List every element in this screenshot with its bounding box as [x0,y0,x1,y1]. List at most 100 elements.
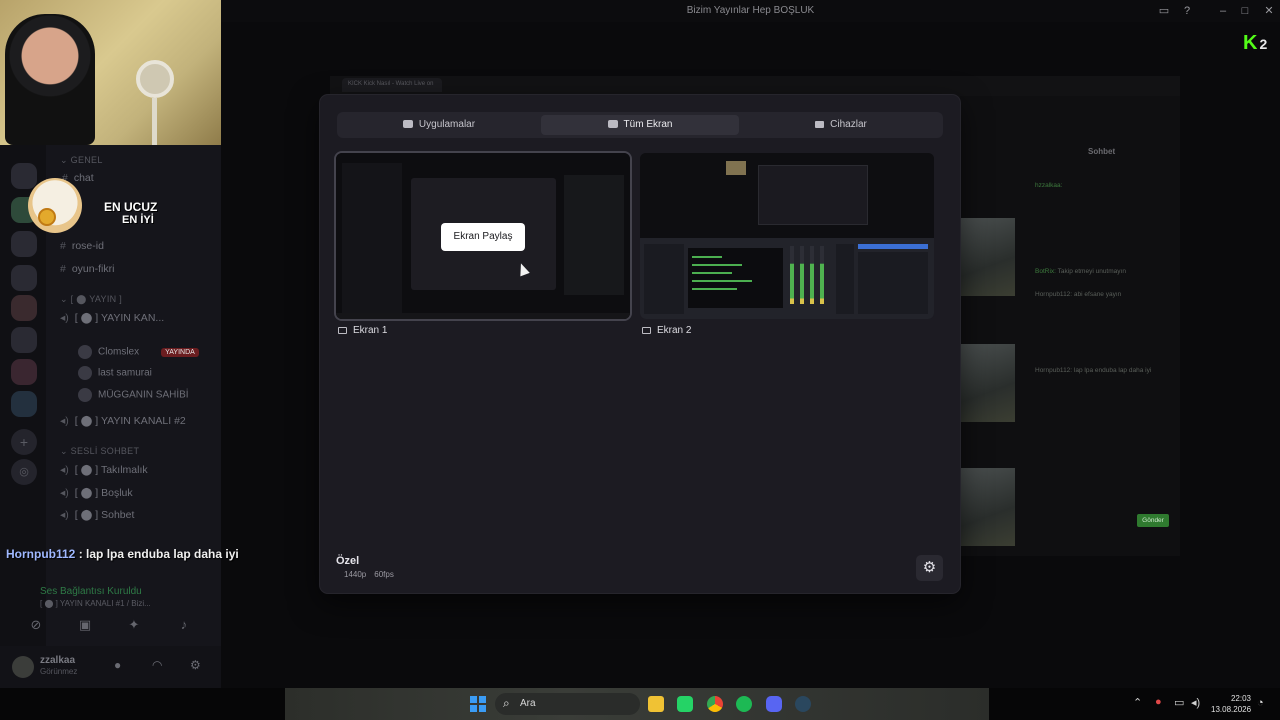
voice-channel-yayin-2[interactable]: ◂)[ ⬤ ] YAYIN KANALI #2 [60,415,186,427]
server-icon[interactable] [11,265,37,291]
screen-1-thumbnail[interactable]: Ekran Paylaş [336,153,630,319]
search-box[interactable]: ⌕ Ara [495,693,640,715]
microphone-icon[interactable]: ● [1155,696,1162,708]
server-icon[interactable] [11,231,37,257]
monitor-icon [338,327,347,334]
background-stream-chat: Sohbet hzzalkaa: BotRix: Takip etmeyi un… [960,96,1180,556]
voice-user[interactable]: last samurai [78,366,152,380]
tab-entire-screen[interactable]: Tüm Ekran [541,115,739,135]
explore-icon[interactable]: ◎ [11,459,37,485]
search-placeholder: Ara [520,698,536,709]
server-icon[interactable] [11,359,37,385]
voice-channel-yayin[interactable]: ◂)[ ⬤ ] YAYIN KAN... [60,312,164,324]
screen-share-icon[interactable]: ▣ [73,617,97,635]
network-icon[interactable]: ▭ [1174,696,1184,709]
category-header[interactable]: ⌄ SESLİ SOHBET [60,446,139,457]
framerate-value: 60fps [374,570,394,579]
soundboard-icon[interactable]: ♪ [172,617,196,635]
screen-1-label: Ekran 1 [338,325,387,336]
sticker-text: EN UCUZ [104,200,158,214]
user-panel: zzalkaa Görünmez ● ◠ ⚙ [0,646,221,688]
screen-share-picker: Uygulamalar Tüm Ekran Cihazlar Ekran Pay… [320,95,960,593]
pin-icon[interactable]: ▭ [1156,3,1172,19]
screen-2-thumbnail[interactable] [640,153,934,319]
start-button[interactable] [470,696,486,712]
chat-title: Sohbet [1088,147,1116,156]
voice-user[interactable]: MÜGGANIN SAHİBİ [78,388,189,402]
chat-send-button[interactable]: Gönder [1137,514,1169,527]
channel-rose-id[interactable]: # rose-id [60,240,104,252]
quality-settings-summary: Özel 1440p 60fps [336,555,394,579]
stream-settings-button[interactable]: ⚙ [916,555,943,581]
user-status: Görünmez [40,667,78,676]
voice-channel-sohbet[interactable]: ◂)[ ⬤ ] Sohbet [60,509,134,521]
source-tabs: Uygulamalar Tüm Ekran Cihazlar [337,112,943,138]
gear-icon: ⚙ [922,559,937,576]
help-icon[interactable]: ? [1179,3,1195,19]
window-titlebar: Bizim Yayınlar Hep BOŞLUK ▭ ? – □ ✕ [221,0,1280,22]
camera-icon [815,121,825,128]
window-title: Bizim Yayınlar Hep BOŞLUK [686,5,815,16]
tab-devices[interactable]: Cihazlar [742,115,940,135]
stream-thumbnail [960,344,1015,422]
taskbar: ⌕ Ara [285,688,989,720]
spotify-icon[interactable] [736,696,752,712]
avatar[interactable] [12,656,34,678]
kick-logo: K2 [1243,32,1268,54]
activities-icon[interactable]: ✦ [122,617,146,635]
browser-tab[interactable]: KICK Kick Nasıl - Watch Live on [342,78,442,92]
video-off-icon[interactable]: ⊘ [24,617,48,635]
chat-line: hzzalkaa: [1035,182,1063,189]
username: zzalkaa [40,655,76,666]
voice-user[interactable]: Clomslex YAYINDA [78,345,199,359]
tab-applications[interactable]: Uygulamalar [340,115,538,135]
stream-thumbnail [960,468,1015,546]
fan-image [136,60,174,98]
sticker-text: EN İYİ [122,214,154,226]
system-clock[interactable]: 22:03 13.08.2026 [1211,693,1251,715]
category-header[interactable]: ⌄ GENEL [60,155,103,166]
microphone-icon[interactable]: ● [114,658,121,672]
category-header[interactable]: ⌄ [ ⬤ YAYIN ] [60,294,122,305]
server-icon[interactable] [11,295,37,321]
add-server-icon[interactable]: + [11,429,37,455]
minimize-button[interactable]: – [1215,3,1231,19]
tray-chevron-icon[interactable]: ⌃ [1133,696,1142,709]
share-screen-button[interactable]: Ekran Paylaş [441,223,525,251]
chat-line: Hornpub112: abi efsane yayın [1035,291,1122,298]
channel-oyun-fikri[interactable]: # oyun-fikri [60,263,114,275]
whatsapp-icon[interactable] [677,696,693,712]
window-icon [402,120,413,128]
notification-icon[interactable]: ◔ [1257,697,1264,709]
file-explorer-icon[interactable] [648,696,664,712]
desktop: KICK Kick Nasıl - Watch Live on Sohbet h… [0,0,1280,720]
maximize-button[interactable]: □ [1237,3,1253,19]
chat-line: BotRix: Takip etmeyi unutmayın [1035,268,1126,275]
monitor-icon [642,327,651,334]
quality-title: Özel [336,555,360,567]
search-icon: ⌕ [503,696,510,710]
headphones-icon[interactable]: ◠ [152,658,162,672]
gear-icon[interactable]: ⚙ [190,658,201,672]
server-icon[interactable] [11,327,37,353]
server-icon[interactable] [11,391,37,417]
steam-icon[interactable] [795,696,811,712]
chrome-icon[interactable] [707,696,723,712]
screen-2-label: Ekran 2 [642,325,691,336]
voice-status[interactable]: Ses Bağlantısı Kuruldu [40,586,142,597]
streamer-image [5,14,95,145]
resolution-value: 1440p [344,570,367,579]
coin-icon [38,208,56,226]
volume-icon[interactable]: ◂) [1191,696,1200,709]
voice-channel-bosluk[interactable]: ◂)[ ⬤ ] Boşluk [60,487,133,499]
sticker-overlay: EN UCUZ EN İYİ [28,178,168,233]
close-button[interactable]: ✕ [1261,3,1277,19]
monitor-icon [607,120,618,128]
chat-line: Hornpub112: lap lpa enduba lap daha iyi [1035,367,1152,374]
voice-channel-takilmalik[interactable]: ◂)[ ⬤ ] Takılmalık [60,464,148,476]
discord-icon[interactable] [766,696,782,712]
stream-chat-overlay: Hornpub112 : lap lpa enduba lap daha iyi [6,547,239,561]
voice-channel-name[interactable]: [ ⬤ ] YAYIN KANALI #1 / Bizi... [40,599,151,608]
cat-mascot-icon [28,178,82,233]
stream-thumbnail [960,218,1015,296]
